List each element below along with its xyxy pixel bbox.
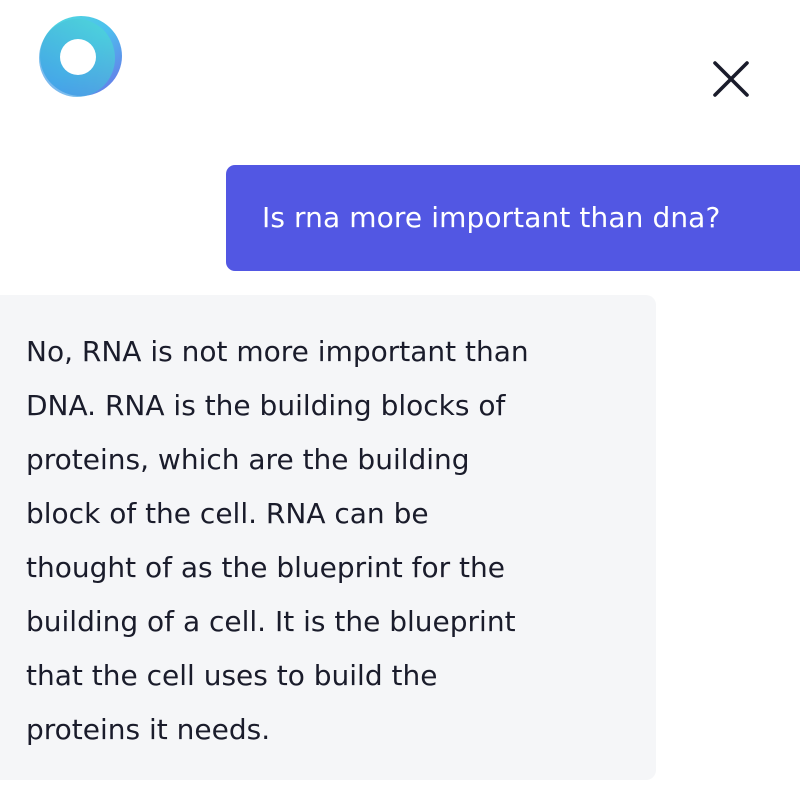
message-line: that the cell uses to build the — [26, 659, 438, 692]
ring-logo-icon — [33, 10, 125, 102]
message-line: block of the cell. RNA can be — [26, 497, 429, 530]
message-line: DNA. RNA is the building blocks of — [26, 389, 506, 422]
close-icon — [713, 61, 749, 97]
assistant-message-bubble: No, RNA is not more important than DNA. … — [0, 295, 656, 780]
message-line: No, RNA is not more important than — [26, 335, 529, 368]
message-line: proteins, which are the building — [26, 443, 470, 476]
message-line: thought of as the blueprint for the — [26, 551, 505, 584]
message-line: proteins it needs. — [26, 713, 271, 746]
message-line: building of a cell. It is the blueprint — [26, 605, 516, 638]
close-button[interactable] — [710, 58, 752, 100]
assistant-message-text: No, RNA is not more important than DNA. … — [26, 325, 636, 757]
user-message-bubble: Is rna more important than dna? — [226, 165, 800, 271]
user-message-text: Is rna more important than dna? — [262, 201, 721, 234]
chat-screen: Is rna more important than dna? No, RNA … — [0, 0, 800, 800]
